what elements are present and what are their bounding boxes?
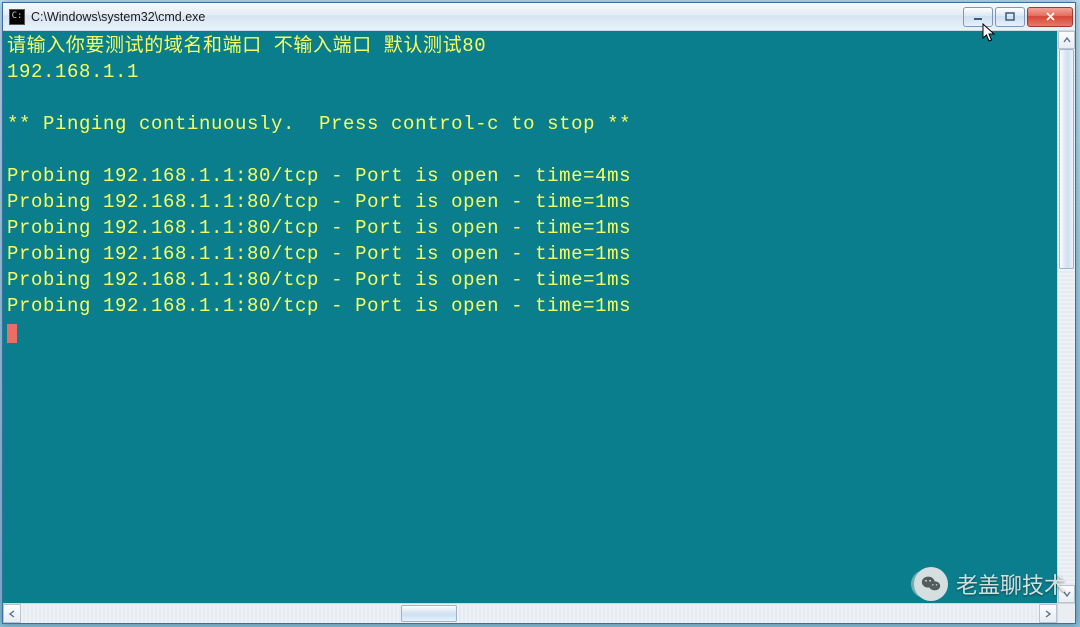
close-icon (1045, 11, 1056, 22)
scrollbar-corner (1057, 603, 1075, 623)
minimize-icon (973, 12, 983, 22)
pinging-status-line: ** Pinging continuously. Press control-c… (7, 113, 631, 135)
scroll-up-button[interactable] (1058, 31, 1075, 49)
probe-line: Probing 192.168.1.1:80/tcp - Port is ope… (7, 243, 631, 265)
maximize-button[interactable] (995, 7, 1025, 27)
cmd-icon: C: (9, 9, 25, 25)
vertical-scroll-track[interactable] (1058, 49, 1075, 585)
input-echo: 192.168.1.1 (7, 61, 139, 83)
watermark-text: 老盖聊技术 (956, 568, 1066, 600)
probe-line: Probing 192.168.1.1:80/tcp - Port is ope… (7, 295, 631, 317)
scroll-left-button[interactable] (3, 604, 21, 623)
prompt-line: 请输入你要测试的域名和端口 不输入端口 默认测试80 (7, 35, 486, 57)
chevron-left-icon (8, 610, 16, 618)
title-bar[interactable]: C: C:\Windows\system32\cmd.exe (3, 3, 1075, 31)
probe-line: Probing 192.168.1.1:80/tcp - Port is ope… (7, 191, 631, 213)
terminal-output[interactable]: 请输入你要测试的域名和端口 不输入端口 默认测试80 192.168.1.1 *… (3, 31, 1057, 603)
chevron-up-icon (1063, 36, 1071, 44)
watermark: 老盖聊技术 (906, 567, 1066, 601)
terminal-cursor (7, 324, 17, 343)
wechat-icon (914, 567, 948, 601)
close-button[interactable] (1027, 7, 1073, 27)
window-title: C:\Windows\system32\cmd.exe (31, 10, 205, 24)
window-controls (961, 7, 1073, 27)
client-area: 请输入你要测试的域名和端口 不输入端口 默认测试80 192.168.1.1 *… (3, 31, 1075, 623)
horizontal-scrollbar[interactable] (3, 603, 1057, 623)
probe-line: Probing 192.168.1.1:80/tcp - Port is ope… (7, 269, 631, 291)
maximize-icon (1005, 12, 1015, 22)
horizontal-scroll-thumb[interactable] (401, 605, 457, 622)
chevron-right-icon (1044, 610, 1052, 618)
probe-line: Probing 192.168.1.1:80/tcp - Port is ope… (7, 165, 631, 187)
title-bar-drag-region[interactable] (205, 3, 961, 30)
vertical-scroll-thumb[interactable] (1059, 49, 1074, 269)
horizontal-scroll-track[interactable] (21, 604, 1039, 623)
vertical-scrollbar[interactable] (1057, 31, 1075, 603)
scroll-right-button[interactable] (1039, 604, 1057, 623)
probe-line: Probing 192.168.1.1:80/tcp - Port is ope… (7, 217, 631, 239)
minimize-button[interactable] (963, 7, 993, 27)
cmd-window: C: C:\Windows\system32\cmd.exe 请输入你要测试的域… (2, 2, 1076, 624)
